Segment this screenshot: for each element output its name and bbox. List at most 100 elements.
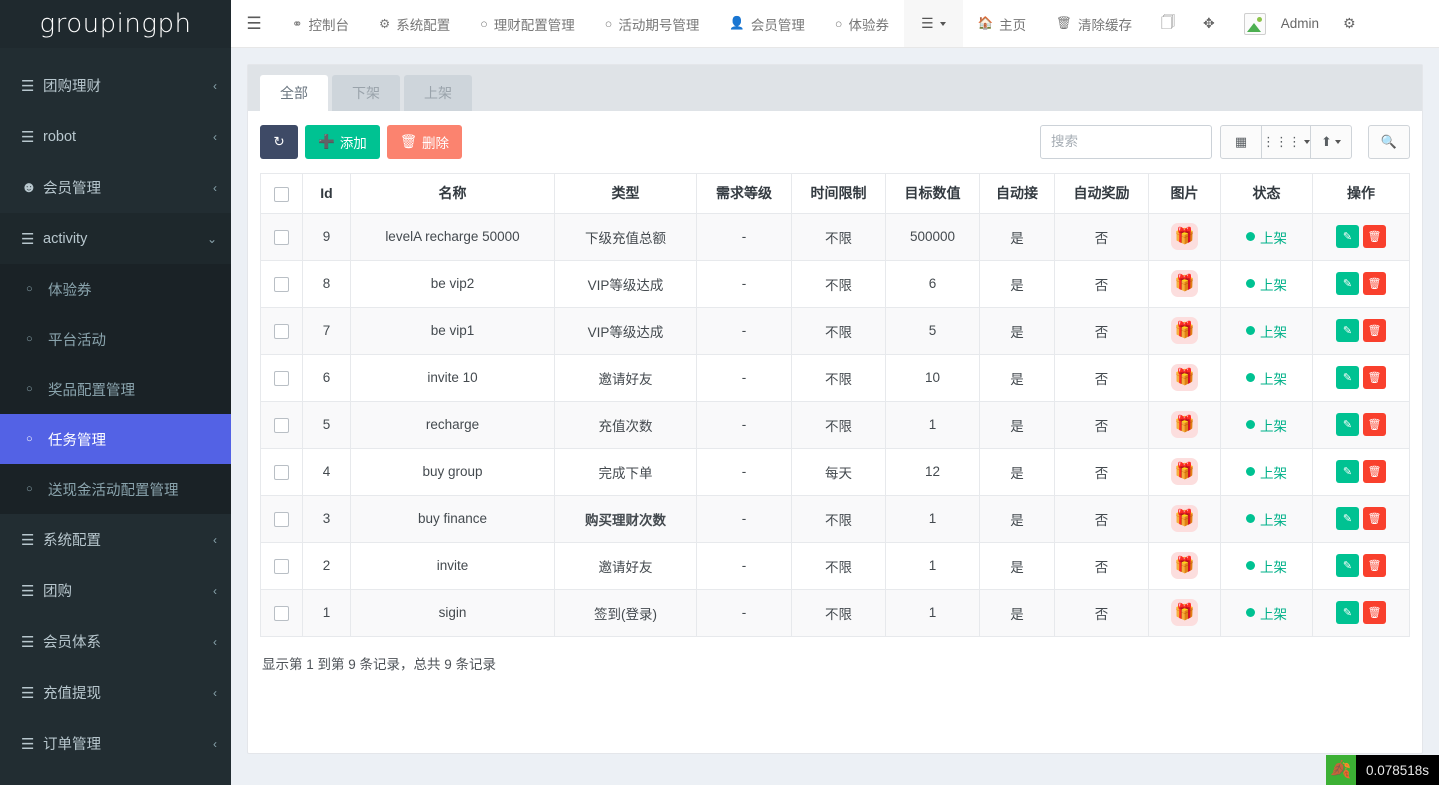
grid-view-dropdown[interactable]: ⋮⋮⋮ <box>1261 125 1311 159</box>
sidebar-item-recharge-withdraw[interactable]: ☰ 充值提现 ‹ <box>0 667 231 718</box>
refresh-button[interactable]: ↻ <box>260 125 298 159</box>
sidebar-item-robot[interactable]: ☰ robot ‹ <box>0 111 231 162</box>
delete-row-button[interactable]: 🗑 <box>1363 554 1386 577</box>
row-checkbox[interactable] <box>274 512 289 527</box>
sidebar-item-system-config[interactable]: ☰ 系统配置 ‹ <box>0 514 231 565</box>
gift-icon[interactable]: 🎁 <box>1171 599 1198 626</box>
edit-row-button[interactable]: ✎ <box>1336 272 1359 295</box>
brand-logo[interactable]: groupingph <box>0 0 231 48</box>
delete-row-button[interactable]: 🗑 <box>1363 319 1386 342</box>
delete-button[interactable]: 🗑 删除 <box>387 125 462 159</box>
gift-icon[interactable]: 🎁 <box>1171 411 1198 438</box>
edit-row-button[interactable]: ✎ <box>1336 460 1359 483</box>
navlink-finance-config[interactable]: ○ 理财配置管理 <box>465 0 590 47</box>
delete-row-button[interactable]: 🗑 <box>1363 366 1386 389</box>
user-menu[interactable]: Admin <box>1229 0 1329 47</box>
tab-onshelf[interactable]: 上架 <box>404 75 472 111</box>
sidebar-toggle-button[interactable]: ☰ <box>231 0 277 47</box>
sidebar-subitem-platform-activity[interactable]: ○ 平台活动 <box>0 314 231 364</box>
edit-row-button[interactable]: ✎ <box>1336 225 1359 248</box>
gift-icon[interactable]: 🎁 <box>1171 458 1198 485</box>
sidebar-subitem-cash-activity-config[interactable]: ○ 送现金活动配置管理 <box>0 464 231 514</box>
fullscreen-button[interactable]: ✥ <box>1189 0 1229 47</box>
row-checkbox[interactable] <box>274 324 289 339</box>
col-id[interactable]: Id <box>303 173 351 213</box>
select-all-checkbox[interactable] <box>274 187 289 202</box>
row-checkbox[interactable] <box>274 230 289 245</box>
table-row[interactable]: 1sigin签到(登录)-不限1是否🎁上架✎🗑 <box>261 589 1410 636</box>
gift-icon[interactable]: 🎁 <box>1171 223 1198 250</box>
delete-row-button[interactable]: 🗑 <box>1363 413 1386 436</box>
window-restore-button[interactable]: 🗍 <box>1147 0 1189 47</box>
table-row[interactable]: 8be vip2VIP等级达成-不限6是否🎁上架✎🗑 <box>261 260 1410 307</box>
export-dropdown[interactable]: ⬆ <box>1310 125 1352 159</box>
navlink-clear-cache[interactable]: 🗑 清除缓存 <box>1041 0 1147 47</box>
delete-row-button[interactable]: 🗑 <box>1363 601 1386 624</box>
edit-row-button[interactable]: ✎ <box>1336 507 1359 530</box>
settings-button[interactable]: ⚙ <box>1329 0 1374 47</box>
navbar-more-dropdown[interactable]: ☰ <box>904 0 963 47</box>
gift-icon[interactable]: 🎁 <box>1171 552 1198 579</box>
col-actions[interactable]: 操作 <box>1313 173 1410 213</box>
row-checkbox[interactable] <box>274 371 289 386</box>
sidebar-subitem-task-management[interactable]: ○ 任务管理 <box>0 414 231 464</box>
sidebar-item-groupbuy[interactable]: ☰ 团购 ‹ <box>0 565 231 616</box>
navlink-member-management[interactable]: 👤 会员管理 <box>714 0 820 47</box>
table-row[interactable]: 6invite 10邀请好友-不限10是否🎁上架✎🗑 <box>261 354 1410 401</box>
sidebar-item-member-system[interactable]: ☰ 会员体系 ‹ <box>0 616 231 667</box>
edit-row-button[interactable]: ✎ <box>1336 554 1359 577</box>
debug-bar[interactable]: 🍂 0.078518s <box>1326 755 1439 785</box>
table-row[interactable]: 5recharge充值次数-不限1是否🎁上架✎🗑 <box>261 401 1410 448</box>
col-type[interactable]: 类型 <box>555 173 697 213</box>
table-row[interactable]: 9levelA recharge 50000下级充值总额-不限500000是否🎁… <box>261 213 1410 260</box>
table-row[interactable]: 3buy finance购买理财次数-不限1是否🎁上架✎🗑 <box>261 495 1410 542</box>
delete-row-button[interactable]: 🗑 <box>1363 460 1386 483</box>
edit-row-button[interactable]: ✎ <box>1336 413 1359 436</box>
edit-row-button[interactable]: ✎ <box>1336 319 1359 342</box>
row-checkbox[interactable] <box>274 418 289 433</box>
navlink-experience-voucher[interactable]: ○ 体验券 <box>820 0 904 47</box>
sidebar-subitem-prize-config[interactable]: ○ 奖品配置管理 <box>0 364 231 414</box>
col-level[interactable]: 需求等级 <box>697 173 792 213</box>
sidebar-item-groupbuy-finance[interactable]: ☰ 团购理财 ‹ <box>0 60 231 111</box>
navlink-activity-period[interactable]: ○ 活动期号管理 <box>590 0 715 47</box>
col-time-limit[interactable]: 时间限制 <box>792 173 886 213</box>
sidebar-item-order-management[interactable]: ☰ 订单管理 ‹ <box>0 718 231 769</box>
sidebar-subitem-experience-voucher[interactable]: ○ 体验券 <box>0 264 231 314</box>
edit-row-button[interactable]: ✎ <box>1336 601 1359 624</box>
navlink-console[interactable]: ⚭ 控制台 <box>277 0 364 47</box>
row-checkbox[interactable] <box>274 465 289 480</box>
col-auto-reward[interactable]: 自动奖励 <box>1055 173 1149 213</box>
gift-icon[interactable]: 🎁 <box>1171 505 1198 532</box>
sidebar-item-activity[interactable]: ☰ activity ⌄ <box>0 213 231 264</box>
gears-icon: ⚙ <box>1343 15 1356 32</box>
row-checkbox[interactable] <box>274 606 289 621</box>
edit-row-button[interactable]: ✎ <box>1336 366 1359 389</box>
gift-icon[interactable]: 🎁 <box>1171 364 1198 391</box>
tab-offshelf[interactable]: 下架 <box>332 75 400 111</box>
cell-actions: ✎🗑 <box>1313 589 1410 636</box>
row-checkbox[interactable] <box>274 559 289 574</box>
col-status[interactable]: 状态 <box>1221 173 1313 213</box>
table-row[interactable]: 4buy group完成下单-每天12是否🎁上架✎🗑 <box>261 448 1410 495</box>
search-input[interactable] <box>1040 125 1212 159</box>
navlink-home[interactable]: 🏠 主页 <box>963 0 1042 47</box>
column-visibility-button[interactable]: ▦ <box>1220 125 1262 159</box>
sidebar-item-member-management[interactable]: ☻ 会员管理 ‹ <box>0 162 231 213</box>
col-name[interactable]: 名称 <box>351 173 555 213</box>
navlink-system-config[interactable]: ⚙ 系统配置 <box>364 0 465 47</box>
col-target[interactable]: 目标数值 <box>886 173 980 213</box>
table-row[interactable]: 7be vip1VIP等级达成-不限5是否🎁上架✎🗑 <box>261 307 1410 354</box>
table-row[interactable]: 2invite邀请好友-不限1是否🎁上架✎🗑 <box>261 542 1410 589</box>
delete-row-button[interactable]: 🗑 <box>1363 272 1386 295</box>
col-auto-accept[interactable]: 自动接 <box>980 173 1055 213</box>
row-checkbox[interactable] <box>274 277 289 292</box>
tab-all[interactable]: 全部 <box>260 75 328 111</box>
gift-icon[interactable]: 🎁 <box>1171 317 1198 344</box>
gift-icon[interactable]: 🎁 <box>1171 270 1198 297</box>
delete-row-button[interactable]: 🗑 <box>1363 507 1386 530</box>
add-button[interactable]: ➕ 添加 <box>305 125 380 159</box>
delete-row-button[interactable]: 🗑 <box>1363 225 1386 248</box>
search-button[interactable]: 🔍 <box>1368 125 1410 159</box>
col-image[interactable]: 图片 <box>1149 173 1221 213</box>
